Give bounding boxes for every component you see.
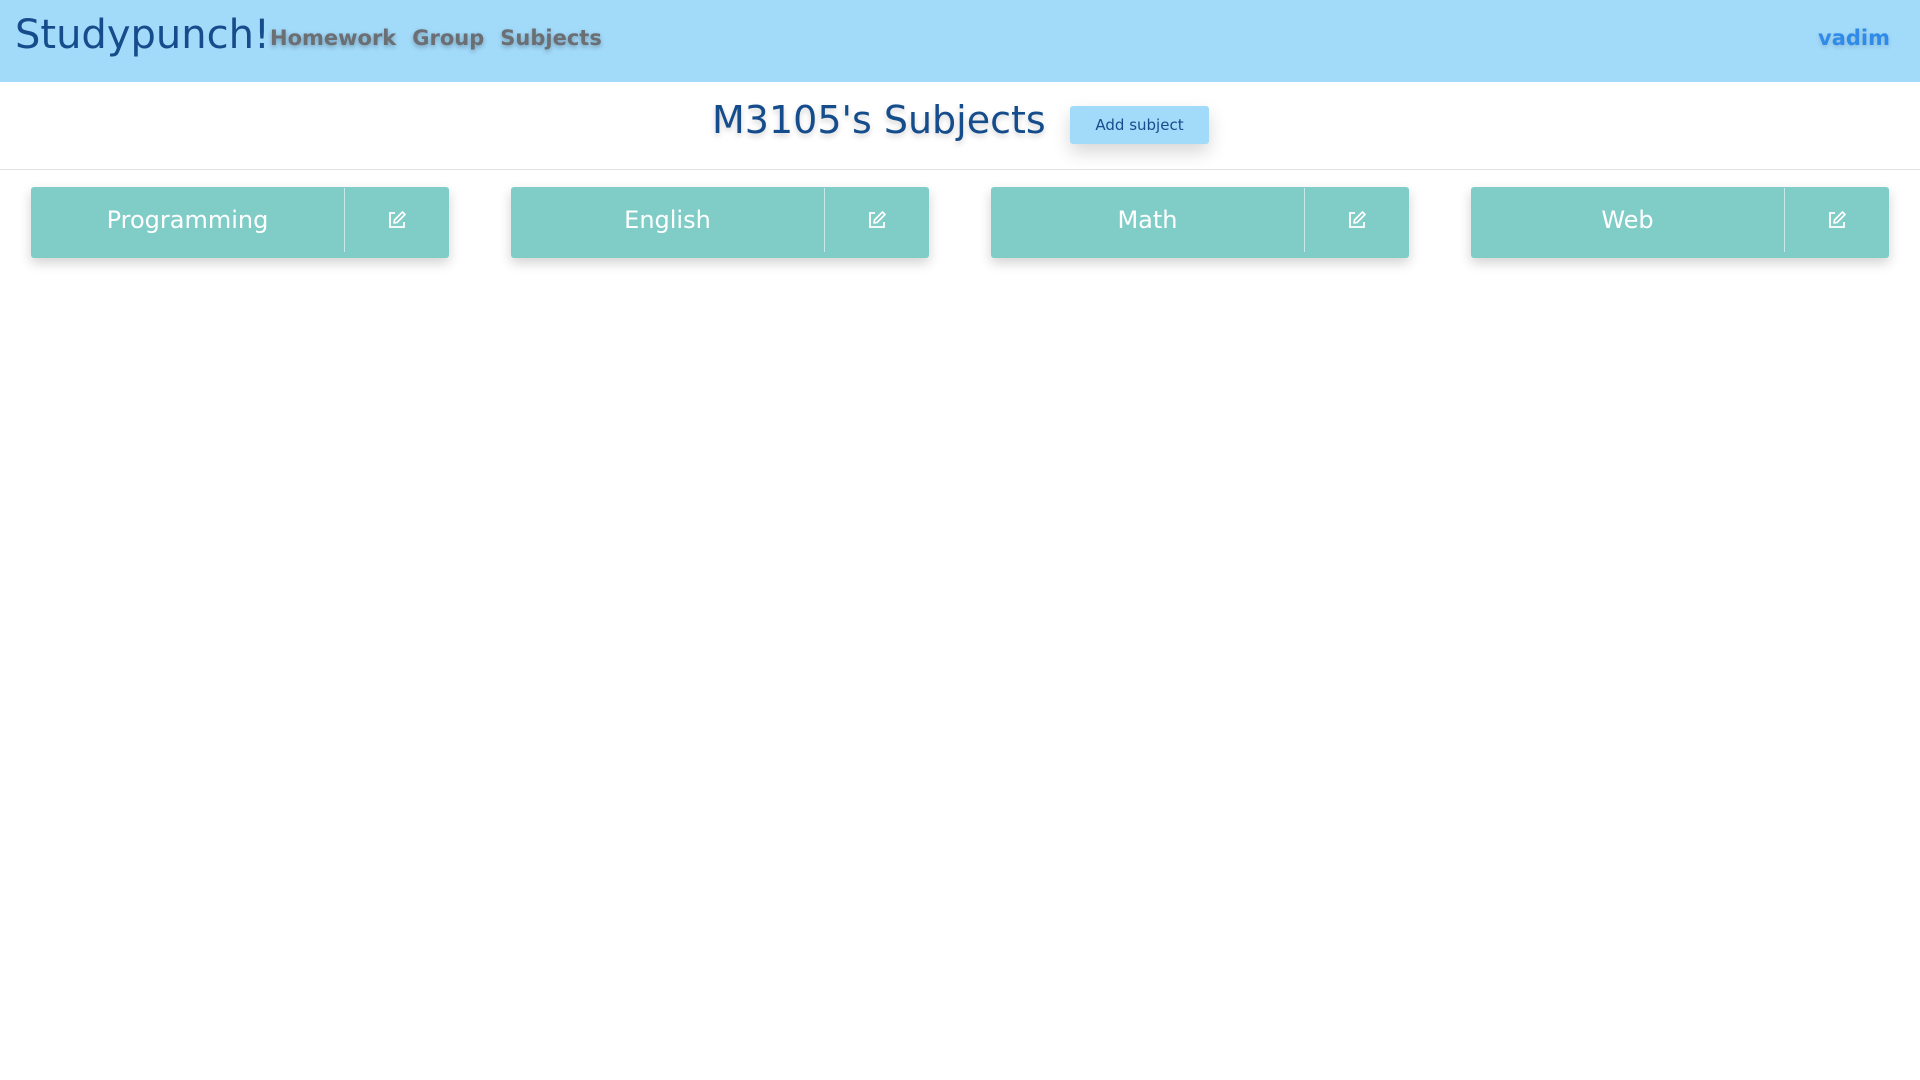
subject-name[interactable]: Web	[1471, 187, 1784, 258]
subject-card-english: English	[511, 187, 929, 258]
edit-icon	[869, 210, 886, 228]
nav-link-group[interactable]: Group	[412, 26, 484, 50]
brand-logo-link[interactable]: Studypunch!	[15, 12, 270, 58]
subject-card-programming: Programming	[31, 187, 449, 258]
nav-links: Homework Group Subjects	[270, 26, 602, 50]
add-subject-button[interactable]: Add subject	[1070, 106, 1209, 144]
edit-subject-button[interactable]	[825, 187, 929, 258]
edit-icon	[1349, 210, 1366, 228]
edit-subject-button[interactable]	[1305, 187, 1409, 258]
subject-name[interactable]: Math	[991, 187, 1304, 258]
subject-name[interactable]: Programming	[31, 187, 344, 258]
nav-link-subjects[interactable]: Subjects	[500, 26, 602, 50]
edit-icon	[389, 210, 406, 228]
subject-card-math: Math	[991, 187, 1409, 258]
nav-link-homework[interactable]: Homework	[270, 26, 396, 50]
user-menu-link[interactable]: vadim	[1818, 26, 1890, 50]
edit-subject-button[interactable]	[1785, 187, 1889, 258]
top-navbar: Studypunch! Homework Group Subjects vadi…	[0, 0, 1920, 82]
page-title: M3105's Subjects	[712, 98, 1046, 142]
edit-icon	[1829, 210, 1846, 228]
page-header: M3105's Subjects Add subject	[0, 82, 1920, 170]
edit-subject-button[interactable]	[345, 187, 449, 258]
subject-name[interactable]: English	[511, 187, 824, 258]
subject-card-web: Web	[1471, 187, 1889, 258]
